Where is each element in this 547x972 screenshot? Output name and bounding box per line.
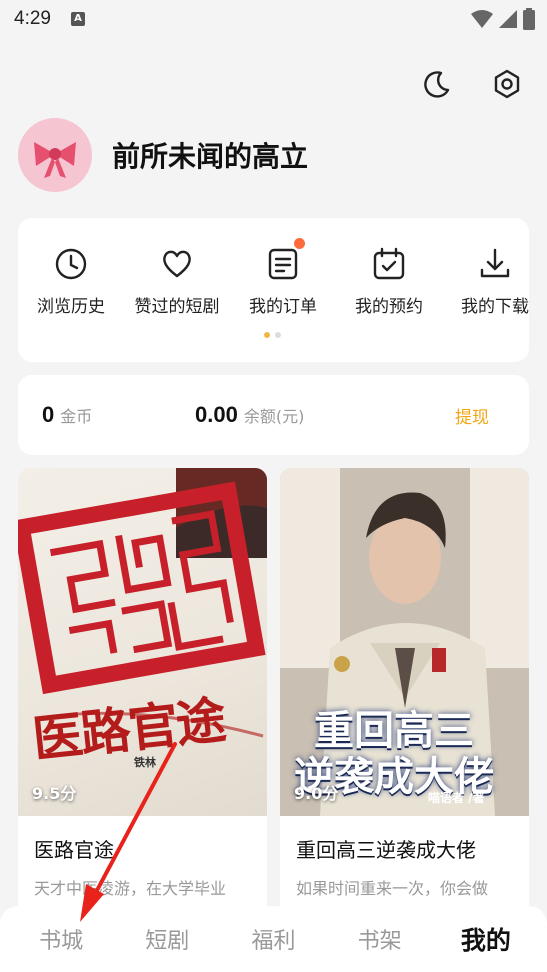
heart-icon (163, 250, 191, 278)
balance-value: 0.00 (195, 402, 238, 427)
clock-icon (55, 248, 87, 280)
quick-item-reservations[interactable]: 我的预约 (336, 246, 442, 317)
quick-item-label: 我的订单 (249, 297, 317, 317)
status-icons (471, 8, 535, 30)
quick-item-label: 我的预约 (355, 297, 423, 317)
book-cover[interactable]: 重回高三 逆袭成大佬 喵语者 /著 9.0分 (280, 468, 529, 816)
quick-item-liked-dramas[interactable]: 赞过的短剧 (124, 246, 230, 317)
book-description: 天才中医凌游，在大学毕业 (34, 879, 227, 898)
balance-unit: 余额(元) (243, 407, 305, 426)
wallet-card: 0 金币 0.00 余额(元) 提现 (18, 375, 529, 455)
book-cover[interactable]: 医路官途 铁林 9.5分 (18, 468, 267, 816)
order-icon (268, 248, 298, 280)
night-mode-icon[interactable] (421, 68, 453, 100)
bottom-tab-bar: 书城 短剧 福利 书架 我的 (0, 906, 547, 972)
username: 前所未闻的高立 (112, 140, 309, 173)
status-bar: 4:29 A (0, 0, 547, 38)
page-dot-active (264, 332, 270, 338)
quick-item-history[interactable]: 浏览历史 (18, 246, 124, 317)
tab-welfare[interactable]: 福利 (228, 923, 318, 955)
book-description: 如果时间重来一次，你会做 (296, 879, 489, 898)
quick-item-label: 赞过的短剧 (134, 297, 220, 317)
signal-icon (499, 10, 517, 28)
tab-bookstore[interactable]: 书城 (16, 923, 106, 955)
profile-header[interactable]: 前所未闻的高立 (18, 118, 308, 192)
battery-icon (523, 8, 535, 30)
bow-avatar-icon (18, 118, 92, 192)
quick-item-label: 我的下载 (461, 297, 529, 317)
cover-author-text: 铁林 (134, 756, 156, 769)
settings-icon[interactable] (491, 68, 523, 100)
calendar-check-icon (373, 247, 405, 280)
download-icon (480, 248, 510, 278)
book-score: 9.5分 (32, 784, 77, 803)
coins-stat[interactable]: 0 金币 (42, 402, 92, 428)
quick-item-downloads[interactable]: 我的下载 (442, 246, 529, 317)
wifi-icon (471, 10, 493, 28)
quick-item-orders[interactable]: 我的订单 (230, 238, 336, 317)
quick-item-label: 浏览历史 (37, 297, 105, 317)
coins-unit: 金币 (60, 407, 93, 426)
balance-stat[interactable]: 0.00 余额(元) (195, 402, 304, 428)
book-card[interactable]: 重回高三 逆袭成大佬 喵语者 /著 9.0分 重回高三逆袭成大佬 如果时间重来一… (280, 468, 529, 928)
book-score: 9.0分 (294, 784, 339, 803)
avatar[interactable] (18, 118, 92, 192)
tab-mine[interactable]: 我的 (441, 921, 531, 957)
status-time: 4:29 (14, 8, 51, 29)
coins-value: 0 (42, 402, 55, 427)
cover-author-text: 喵语者 /著 (428, 791, 485, 805)
order-badge (294, 238, 305, 249)
withdraw-button[interactable]: 提现 (455, 403, 489, 428)
notification-a-icon: A (70, 12, 85, 26)
book-title: 重回高三逆袭成大佬 (296, 838, 476, 862)
page-dot (275, 332, 281, 338)
book-title: 医路官途 (34, 838, 114, 862)
tab-short-drama[interactable]: 短剧 (122, 923, 212, 955)
page-indicator (264, 332, 281, 338)
quick-actions-card: 浏览历史 赞过的短剧 我的订单 我的预约 我的下载 (18, 218, 529, 362)
top-actions (421, 68, 523, 100)
tab-bookshelf[interactable]: 书架 (335, 923, 425, 955)
book-card[interactable]: 医路官途 铁林 9.5分 医路官途 天才中医凌游，在大学毕业 (18, 468, 267, 928)
